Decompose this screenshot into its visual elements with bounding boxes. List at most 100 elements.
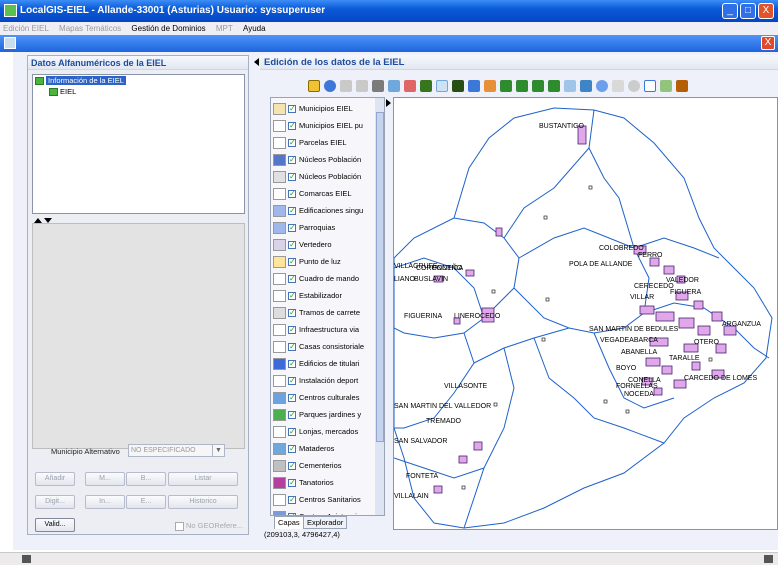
map-feature[interactable] — [645, 357, 661, 367]
anadir-button[interactable]: Añadir — [35, 472, 75, 486]
scrollbar-thumb[interactable] — [376, 112, 384, 442]
layer-visibility-checkbox[interactable]: ✓ — [288, 309, 296, 317]
map-view[interactable]: BUSTANTIGO COLOBREDO FERRO POLA DE ALLANDE V… — [393, 97, 778, 530]
maximize-button[interactable]: □ — [740, 3, 756, 19]
map-feature[interactable] — [678, 317, 695, 329]
layer-item[interactable]: ✓ Estabilizador — [271, 288, 375, 304]
map-feature[interactable] — [655, 311, 675, 322]
map-feature[interactable] — [639, 305, 655, 315]
layer-item[interactable]: ✓ Parcelas EIEL — [271, 135, 375, 151]
zoom-icon[interactable] — [596, 80, 608, 92]
table-icon[interactable] — [436, 80, 448, 92]
tab-explorador[interactable]: Explorador — [303, 516, 348, 529]
georef-checkbox[interactable] — [175, 522, 184, 531]
layer-item[interactable]: ✓ Casas consistoriale — [271, 339, 375, 355]
map-feature[interactable] — [433, 485, 443, 494]
close-button[interactable]: X — [758, 3, 774, 19]
layer-visibility-checkbox[interactable]: ✓ — [288, 105, 296, 113]
municipio-select[interactable]: NO ESPECIFICADO ▼ — [128, 444, 225, 457]
layer-item[interactable]: ✓ Mataderos — [271, 441, 375, 457]
eliminar-button[interactable]: E... — [126, 495, 166, 509]
layer-item[interactable]: ✓ Cementerios — [271, 458, 375, 474]
select-icon[interactable] — [372, 80, 384, 92]
move-icon[interactable] — [420, 80, 432, 92]
measure-icon[interactable] — [612, 80, 624, 92]
layer-visibility-checkbox[interactable]: ✓ — [288, 360, 296, 368]
layer-visibility-checkbox[interactable]: ✓ — [288, 173, 296, 181]
edit-icon[interactable] — [308, 80, 320, 92]
globe-icon[interactable] — [324, 80, 336, 92]
map-feature[interactable] — [697, 325, 711, 336]
layer-item[interactable]: ✓ Centros Sanitarios — [271, 492, 375, 508]
minimize-button[interactable]: _ — [722, 3, 738, 19]
informe-button[interactable]: In... — [85, 495, 125, 509]
listar-button[interactable]: Listar — [168, 472, 238, 486]
settings-icon[interactable] — [628, 80, 640, 92]
splitter[interactable] — [32, 216, 245, 223]
layer-visibility-checkbox[interactable]: ✓ — [288, 462, 296, 470]
map-point[interactable] — [588, 185, 593, 190]
map-point[interactable] — [708, 357, 713, 362]
layer-item[interactable]: ✓ Parques jardines y — [271, 407, 375, 423]
map-point[interactable] — [625, 409, 630, 414]
layer-item[interactable]: ✓ Edificios de titulari — [271, 356, 375, 372]
layer-visibility-checkbox[interactable]: ✓ — [288, 343, 296, 351]
digitalizar-button[interactable]: Digit... — [35, 495, 75, 509]
layer-up-icon[interactable] — [532, 80, 544, 92]
layer-visibility-checkbox[interactable]: ✓ — [288, 479, 296, 487]
layer-item[interactable]: ✓ Cuadro de mando — [271, 271, 375, 287]
layer-item[interactable]: ✓ Lonjas, mercados — [271, 424, 375, 440]
layer-visibility-checkbox[interactable]: ✓ — [288, 139, 296, 147]
layer-item[interactable]: ✓ Parroquias — [271, 220, 375, 236]
print-icon[interactable] — [564, 80, 576, 92]
layer-visibility-checkbox[interactable]: ✓ — [288, 326, 296, 334]
layer-visibility-checkbox[interactable]: ✓ — [288, 275, 296, 283]
map-point[interactable] — [603, 399, 608, 404]
pointer-icon[interactable] — [580, 80, 592, 92]
layer-scrollbar[interactable] — [375, 98, 384, 515]
eiel-icon[interactable] — [660, 80, 672, 92]
layer-visibility-checkbox[interactable]: ✓ — [288, 156, 296, 164]
map-point[interactable] — [541, 337, 546, 342]
layer-visibility-checkbox[interactable]: ✓ — [288, 258, 296, 266]
map-canvas[interactable]: BUSTANTIGO COLOBREDOFERRO POLA DE ALLANDE V… — [394, 98, 778, 530]
layer-item[interactable]: ✓ Infraestructura via — [271, 322, 375, 338]
validar-button[interactable]: Valid... — [35, 518, 75, 532]
map-point[interactable] — [493, 402, 498, 407]
map-feature[interactable] — [458, 455, 468, 464]
map-point[interactable] — [545, 297, 550, 302]
layer-visibility-checkbox[interactable]: ✓ — [288, 190, 296, 198]
map-feature[interactable] — [465, 269, 475, 277]
map-feature[interactable] — [649, 257, 660, 267]
layer-visibility-checkbox[interactable]: ✓ — [288, 207, 296, 215]
layer-visibility-checkbox[interactable]: ✓ — [288, 394, 296, 402]
layer-visibility-checkbox[interactable]: ✓ — [288, 428, 296, 436]
tree-node-root[interactable]: Información de la EIEL — [33, 75, 244, 86]
redo-icon[interactable] — [356, 80, 368, 92]
draw-icon[interactable] — [452, 80, 464, 92]
layer-visibility-checkbox[interactable]: ✓ — [288, 122, 296, 130]
info-icon[interactable] — [644, 80, 656, 92]
layer-item[interactable]: ✓ Centros culturales — [271, 390, 375, 406]
map-feature[interactable] — [711, 311, 723, 322]
snap-icon[interactable] — [468, 80, 480, 92]
remove-layer-icon[interactable] — [516, 80, 528, 92]
layer-item[interactable]: ✓ Municipios EIEL — [271, 101, 375, 117]
layer-item[interactable]: ✓Centros Asistencia — [271, 509, 375, 515]
menu-gestion-dominios[interactable]: Gestión de Dominios — [131, 24, 205, 33]
layer-item[interactable]: ✓ Tanatorios — [271, 475, 375, 491]
map-feature[interactable] — [473, 441, 483, 451]
layer-item[interactable]: ✓ Núcleos Población — [271, 152, 375, 168]
map-point[interactable] — [461, 485, 466, 490]
map-feature[interactable] — [691, 361, 701, 371]
layer-visibility-checkbox[interactable]: ✓ — [288, 496, 296, 504]
layer-item[interactable]: ✓ Comarcas EIEL — [271, 186, 375, 202]
layer-item[interactable]: ✓ Núcleos Población — [271, 169, 375, 185]
layer-item[interactable]: ✓ Instalación deport — [271, 373, 375, 389]
palette-icon[interactable] — [484, 80, 496, 92]
tree-node-eiel[interactable]: EIEL — [33, 86, 244, 97]
borrar-button[interactable]: B... — [126, 472, 166, 486]
layer-item[interactable]: ✓ Vertedero — [271, 237, 375, 253]
layer-item[interactable]: ✓ Tramos de carrete — [271, 305, 375, 321]
tool-icon[interactable] — [676, 80, 688, 92]
